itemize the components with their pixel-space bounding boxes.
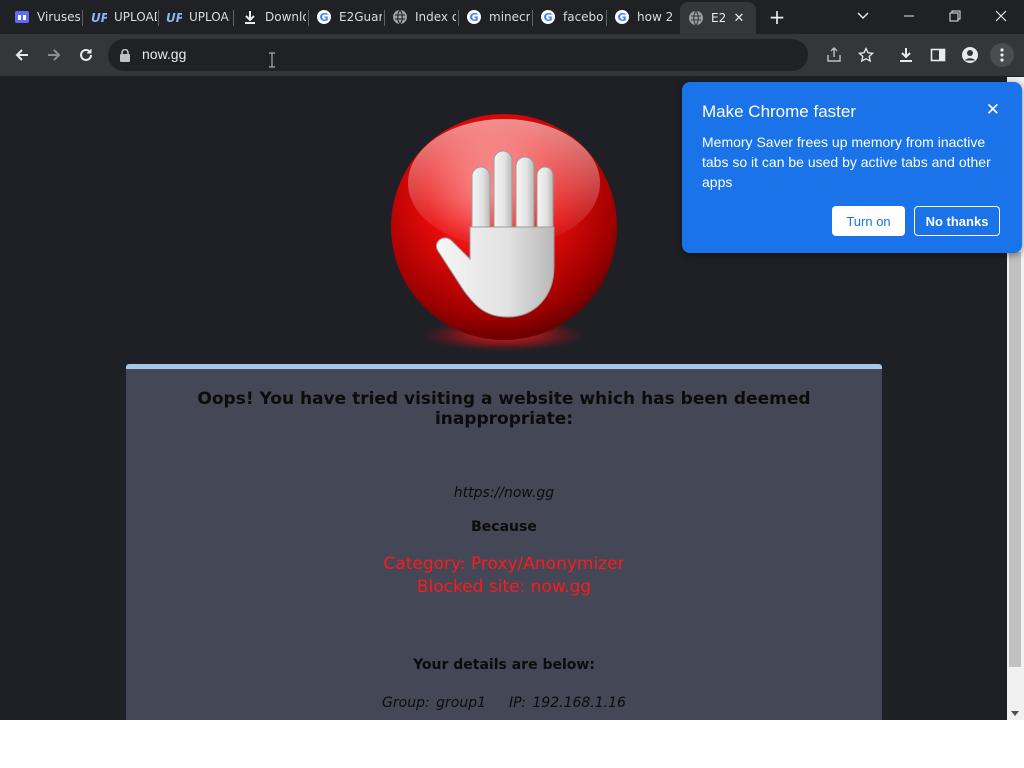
text-cursor-icon (268, 52, 276, 68)
tab-index-of[interactable]: Index of (378, 3, 456, 31)
svg-text:G: G (544, 11, 553, 24)
svg-text:G: G (470, 11, 479, 24)
close-icon (995, 10, 1007, 22)
minimize-icon (904, 15, 914, 17)
lock-icon[interactable] (120, 47, 130, 66)
google-icon: G (614, 9, 630, 25)
no-thanks-button[interactable]: No thanks (914, 206, 1000, 236)
because-label: Because (471, 519, 537, 535)
avatar-icon (962, 47, 978, 63)
tab-how-2[interactable]: Ghow 2 (600, 3, 678, 31)
user-ip: IP: 192.168.1.16 (508, 695, 626, 711)
promo-body: Memory Saver frees up memory from inacti… (702, 134, 991, 190)
new-tab-button[interactable]: + (766, 6, 788, 28)
star-icon (858, 47, 874, 63)
arrow-right-icon (48, 49, 61, 61)
blocked-url: https://now.gg (453, 485, 555, 501)
promo-title: Make Chrome faster (702, 102, 856, 121)
tab-label: Downloads (265, 10, 306, 24)
tab-label: UPLOAD (189, 10, 230, 24)
download-icon (900, 48, 912, 62)
profile-button[interactable] (958, 43, 982, 67)
svg-text:UP: UP (91, 11, 107, 25)
svg-text:G: G (618, 11, 627, 24)
turn-on-button[interactable]: Turn on (832, 206, 905, 236)
tab-upload-1[interactable]: UP UPLOAD (77, 3, 157, 31)
close-promo-icon[interactable]: ✕ (986, 100, 1000, 120)
chrome-menu-button[interactable] (990, 43, 1014, 67)
tab-e2guardian-search[interactable]: G E2Guardian (302, 3, 382, 31)
address-bar[interactable]: now.gg (108, 39, 808, 71)
tab-upload-2[interactable]: UP UPLOAD (152, 3, 230, 31)
restore-button[interactable] (932, 0, 978, 32)
tab-label: how 2 (637, 10, 674, 24)
kebab-menu-icon (1000, 48, 1004, 62)
bookmark-button[interactable] (854, 43, 878, 67)
block-category: Category: Proxy/Anonymizer (383, 554, 625, 574)
tab-facebook[interactable]: Gfacebook (526, 3, 604, 31)
block-reason: Category: Proxy/Anonymizer Blocked site:… (126, 553, 882, 599)
tab-label: E2Guardian (711, 11, 725, 25)
block-page-card: Oops! You have tried visiting a website … (126, 364, 882, 720)
share-button[interactable] (822, 43, 846, 67)
user-details: Group: group1 IP: 192.168.1.16 (126, 695, 882, 711)
google-icon: G (466, 9, 482, 25)
close-tab-icon[interactable]: ✕ (731, 11, 747, 26)
memory-saver-promo: Make Chrome faster ✕ Memory Saver frees … (682, 82, 1022, 253)
download-icon (242, 9, 258, 25)
reload-icon (80, 48, 92, 61)
downloads-button[interactable] (894, 43, 918, 67)
svg-text:UP: UP (166, 11, 182, 25)
share-icon (827, 47, 841, 62)
globe-icon (688, 10, 704, 26)
blocked-site: Blocked site: now.gg (416, 577, 592, 597)
tab-label: facebook (563, 10, 604, 24)
chevron-down-icon (857, 12, 869, 19)
back-button[interactable] (10, 43, 34, 67)
tab-minecraft[interactable]: Gminecraft (452, 3, 530, 31)
tab-label: Viruses (37, 10, 80, 24)
url-text[interactable]: now.gg (142, 46, 186, 62)
tab-label: minecraft (489, 10, 530, 24)
details-heading: Your details are below: (413, 657, 595, 673)
browser-toolbar: now.gg (0, 34, 1024, 77)
arrow-left-icon (15, 49, 28, 61)
tab-label: E2Guardian (339, 10, 382, 24)
upload-logo-icon: UP (166, 9, 182, 25)
tab-label: UPLOAD (114, 10, 157, 24)
minimize-button[interactable] (886, 0, 932, 32)
restore-icon (949, 10, 961, 22)
tab-search-button[interactable] (840, 0, 886, 32)
google-icon: G (540, 9, 556, 25)
google-icon: G (316, 9, 332, 25)
side-panel-icon (930, 48, 946, 62)
forward-button[interactable] (42, 43, 66, 67)
upload-logo-icon: UP (91, 9, 107, 25)
tab-strip: Viruses UP UPLOAD UP UPLOAD Downloads G E2G… (0, 0, 1024, 34)
svg-text:G: G (320, 11, 329, 24)
tab-viruses[interactable]: Viruses (0, 3, 80, 31)
stop-hand-icon (391, 114, 617, 351)
close-window-button[interactable] (978, 0, 1024, 32)
tab-e2guardian-active[interactable]: E2Guardian ✕ (680, 2, 756, 34)
globe-icon (392, 9, 408, 25)
tab-downloads[interactable]: Downloads (228, 3, 306, 31)
scrollbar-thumb[interactable] (1009, 252, 1021, 667)
virus-report-icon (14, 9, 30, 25)
reload-button[interactable] (74, 43, 98, 67)
scroll-down-arrow-icon[interactable] (1011, 711, 1019, 716)
tab-label: Index of (415, 10, 456, 24)
user-group: Group: group1 (382, 695, 487, 711)
side-panel-button[interactable] (926, 43, 950, 67)
block-heading: Oops! You have tried visiting a website … (197, 389, 811, 429)
